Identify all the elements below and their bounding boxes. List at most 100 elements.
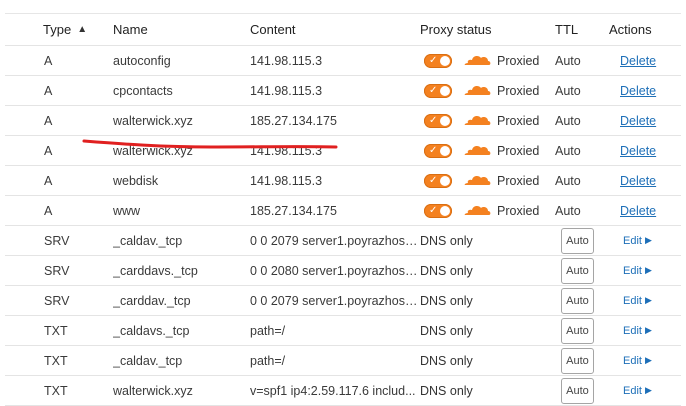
check-icon: ✓ <box>429 84 438 96</box>
cloud-icon <box>464 145 491 155</box>
toggle-knob <box>440 115 450 126</box>
cloud-icon <box>464 175 491 185</box>
table-row[interactable]: A www 185.27.134.175 ✓ Proxied Auto Dele… <box>5 196 681 226</box>
toggle-knob <box>440 175 450 186</box>
record-content: 0 0 2079 server1.poyrazhost... <box>250 226 420 255</box>
record-content-text: v=spf1 ip4:2.59.117.6 includ... <box>250 383 416 398</box>
ttl-cell: Auto <box>555 76 605 105</box>
record-type: SRV <box>44 233 70 248</box>
delete-link[interactable]: Delete <box>620 144 656 158</box>
table-row[interactable]: TXT walterwick.xyz v=spf1 ip4:2.59.117.6… <box>5 376 681 406</box>
table-row[interactable]: A autoconfig 141.98.115.3 ✓ Proxied Auto… <box>5 46 681 76</box>
record-content: 141.98.115.3 <box>250 46 420 75</box>
record-content: 0 0 2080 server1.poyrazhost... <box>250 256 420 285</box>
proxy-toggle[interactable]: ✓ <box>424 203 452 218</box>
table-row[interactable]: SRV _carddav._tcp 0 0 2079 server1.poyra… <box>5 286 681 316</box>
edit-link-label: Edit <box>623 384 642 397</box>
record-content-text: 185.27.134.175 <box>250 203 337 218</box>
table-row[interactable]: A cpcontacts 141.98.115.3 ✓ Proxied Auto… <box>5 76 681 106</box>
proxy-toggle[interactable]: ✓ <box>424 53 452 68</box>
ttl-cell: Auto <box>555 46 605 75</box>
edit-link[interactable]: Edit ▶ <box>623 325 652 337</box>
actions-cell: Edit ▶ <box>609 226 669 255</box>
check-icon: ✓ <box>429 54 438 66</box>
triangle-right-icon: ▶ <box>644 265 652 275</box>
triangle-right-icon: ▶ <box>644 385 652 395</box>
ttl-select[interactable]: Auto <box>561 347 594 374</box>
record-type: TXT <box>44 353 68 368</box>
actions-cell: Edit ▶ <box>609 256 669 285</box>
edit-link[interactable]: Edit ▶ <box>623 295 652 307</box>
record-name: _carddavs._tcp <box>113 263 198 278</box>
record-content: 0 0 2079 server1.poyrazhost... <box>250 286 420 315</box>
proxy-status: ✓ Proxied <box>420 166 550 195</box>
proxy-toggle[interactable]: ✓ <box>424 83 452 98</box>
edit-link-label: Edit <box>623 294 642 307</box>
ttl-cell: Auto <box>555 106 605 135</box>
actions-cell: Delete <box>609 106 669 135</box>
proxy-toggle[interactable]: ✓ <box>424 143 452 158</box>
record-name: webdisk <box>113 173 159 188</box>
proxy-toggle[interactable]: ✓ <box>424 173 452 188</box>
actions-cell: Delete <box>609 196 669 225</box>
edit-link[interactable]: Edit ▶ <box>623 385 652 397</box>
toggle-knob <box>440 85 450 96</box>
record-type: A <box>44 113 53 128</box>
delete-link[interactable]: Delete <box>620 174 656 188</box>
column-header-type[interactable]: Type ▲ <box>43 14 98 45</box>
ttl-value: Auto <box>555 53 581 68</box>
check-icon: ✓ <box>429 174 438 186</box>
delete-link[interactable]: Delete <box>620 54 656 68</box>
ttl-select[interactable]: Auto <box>561 287 594 314</box>
edit-link-label: Edit <box>623 264 642 277</box>
cloud-icon <box>464 55 491 65</box>
triangle-right-icon: ▶ <box>644 355 652 365</box>
ttl-cell: Auto <box>555 346 605 375</box>
delete-link[interactable]: Delete <box>620 84 656 98</box>
ttl-select[interactable]: Auto <box>561 227 594 254</box>
ttl-cell: Auto <box>555 286 605 315</box>
proxy-status-text: Proxied <box>497 53 540 68</box>
check-icon: ✓ <box>429 114 438 126</box>
ttl-cell: Auto <box>555 136 605 165</box>
table-row[interactable]: A webdisk 141.98.115.3 ✓ Proxied Auto De… <box>5 166 681 196</box>
ttl-cell: Auto <box>555 316 605 345</box>
ttl-value: Auto <box>555 83 581 98</box>
ttl-select[interactable]: Auto <box>561 377 594 404</box>
record-content-text: path=/ <box>250 353 286 368</box>
record-content: path=/ <box>250 346 420 375</box>
edit-link[interactable]: Edit ▶ <box>623 265 652 277</box>
cloud-icon <box>464 85 491 95</box>
table-row[interactable]: TXT _caldavs._tcp path=/ DNS only Auto E… <box>5 316 681 346</box>
proxy-status: DNS only <box>420 346 550 375</box>
proxy-status: ✓ Proxied <box>420 106 550 135</box>
edit-link[interactable]: Edit ▶ <box>623 235 652 247</box>
proxy-toggle[interactable]: ✓ <box>424 113 452 128</box>
delete-link[interactable]: Delete <box>620 204 656 218</box>
proxy-status-text: DNS only <box>420 383 473 398</box>
proxy-status-text: Proxied <box>497 203 540 218</box>
column-header-name[interactable]: Name <box>113 14 248 45</box>
record-name: www <box>113 203 141 218</box>
edit-link[interactable]: Edit ▶ <box>623 355 652 367</box>
edit-link-label: Edit <box>623 324 642 337</box>
table-row[interactable]: SRV _carddavs._tcp 0 0 2080 server1.poyr… <box>5 256 681 286</box>
ttl-select[interactable]: Auto <box>561 257 594 284</box>
check-icon: ✓ <box>429 204 438 216</box>
ttl-cell: Auto <box>555 166 605 195</box>
table-row[interactable]: SRV _caldav._tcp 0 0 2079 server1.poyraz… <box>5 226 681 256</box>
record-type: TXT <box>44 323 68 338</box>
proxy-status: ✓ Proxied <box>420 196 550 225</box>
sort-up-icon[interactable]: ▲ <box>77 24 87 35</box>
column-header-ttl: TTL <box>555 22 579 37</box>
triangle-right-icon: ▶ <box>644 325 652 335</box>
record-content: 185.27.134.175 <box>250 196 420 225</box>
table-row[interactable]: TXT _caldav._tcp path=/ DNS only Auto Ed… <box>5 346 681 376</box>
record-name: autoconfig <box>113 53 171 68</box>
ttl-select[interactable]: Auto <box>561 317 594 344</box>
table-row[interactable]: A walterwick.xyz 185.27.134.175 ✓ Proxie… <box>5 106 681 136</box>
delete-link[interactable]: Delete <box>620 114 656 128</box>
record-type: A <box>44 53 53 68</box>
record-type: SRV <box>44 293 70 308</box>
record-content-text: 0 0 2080 server1.poyrazhost... <box>250 263 418 278</box>
